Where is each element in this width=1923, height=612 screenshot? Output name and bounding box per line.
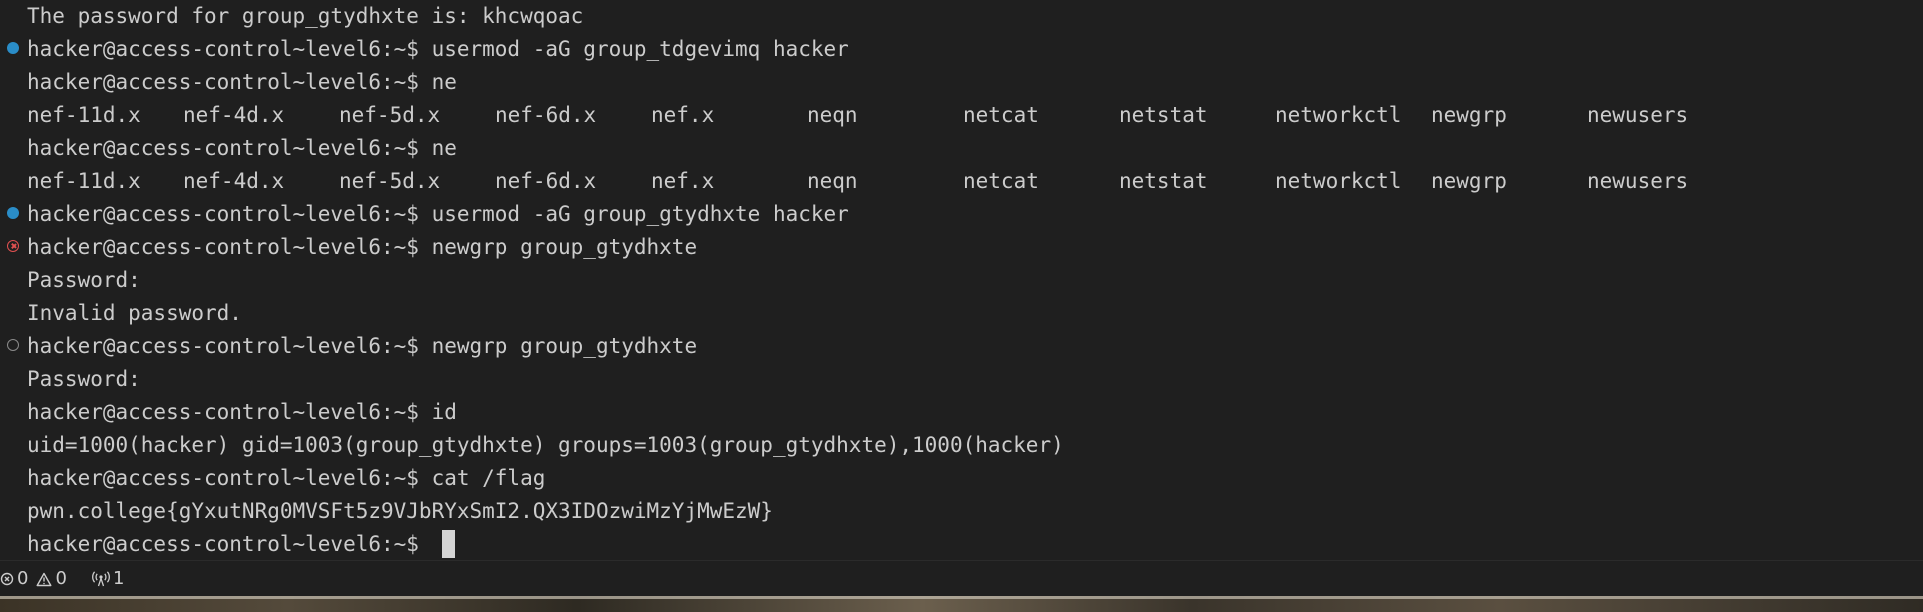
warning-icon — [36, 572, 52, 586]
completion-item: nef-5d.x — [339, 169, 441, 193]
completion-item: newgrp — [1431, 169, 1507, 193]
terminal-prompt[interactable]: hacker@access-control~level6:~$ — [27, 528, 432, 561]
terminal-line: hacker@access-control~level6:~$ newgrp g… — [27, 235, 698, 259]
terminal-line: pwn.college{gYxutNRg0MVSFt5z9VJbRYxSmI2.… — [27, 499, 773, 523]
terminal-line: hacker@access-control~level6:~$ id — [27, 400, 457, 424]
status-bar: 0 0 1 — [0, 560, 1923, 597]
terminal-line: Password: — [27, 268, 141, 292]
completion-item: nef-11d.x — [27, 169, 141, 193]
completion-item: neqn — [807, 169, 858, 193]
error-count: 0 — [17, 568, 29, 589]
completion-item: networkctl — [1275, 169, 1402, 193]
terminal-cursor — [442, 530, 455, 558]
completion-item: newusers — [1587, 103, 1689, 127]
warning-count: 0 — [55, 568, 67, 589]
completion-item: nef.x — [651, 103, 715, 127]
completion-item: nef-6d.x — [495, 169, 597, 193]
completion-item: neqn — [807, 103, 858, 127]
ports-indicator[interactable]: 1 — [92, 561, 124, 597]
terminal-line: hacker@access-control~level6:~$ ne — [27, 136, 457, 160]
completion-item: netstat — [1119, 103, 1208, 127]
problems-indicator[interactable]: 0 0 — [0, 561, 67, 597]
terminal-line: uid=1000(hacker) gid=1003(group_gtydhxte… — [27, 433, 1064, 457]
completion-item: netcat — [963, 103, 1039, 127]
completion-item: nef-5d.x — [339, 103, 441, 127]
command-error-icon[interactable] — [7, 240, 19, 252]
terminal-line: hacker@access-control~level6:~$ newgrp g… — [27, 334, 698, 358]
broadcast-icon — [92, 571, 110, 587]
command-running-icon[interactable] — [7, 339, 19, 351]
terminal-line: hacker@access-control~level6:~$ cat /fla… — [27, 466, 546, 490]
completion-item: networkctl — [1275, 103, 1402, 127]
completion-item: nef-6d.x — [495, 103, 597, 127]
terminal-panel[interactable]: The password for group_gtydhxte is: khcw… — [0, 0, 1923, 558]
terminal-line: hacker@access-control~level6:~$ ne — [27, 70, 457, 94]
terminal-line: hacker@access-control~level6:~$ usermod … — [27, 202, 849, 226]
completion-item: netstat — [1119, 169, 1208, 193]
completion-item: nef-11d.x — [27, 103, 141, 127]
ports-count: 1 — [113, 568, 125, 589]
completion-item: newusers — [1587, 169, 1689, 193]
command-success-icon[interactable] — [7, 42, 19, 54]
completion-item: netcat — [963, 169, 1039, 193]
terminal-line: hacker@access-control~level6:~$ usermod … — [27, 37, 849, 61]
completion-item: nef-4d.x — [183, 169, 285, 193]
completion-item: newgrp — [1431, 103, 1507, 127]
completion-item: nef-4d.x — [183, 103, 285, 127]
terminal-line: Invalid password. — [27, 301, 242, 325]
terminal-line: The password for group_gtydhxte is: khcw… — [27, 4, 584, 28]
error-icon — [0, 572, 14, 586]
terminal-line: Password: — [27, 367, 141, 391]
command-success-icon[interactable] — [7, 207, 19, 219]
completion-item: nef.x — [651, 169, 715, 193]
desktop-background — [0, 596, 1923, 612]
